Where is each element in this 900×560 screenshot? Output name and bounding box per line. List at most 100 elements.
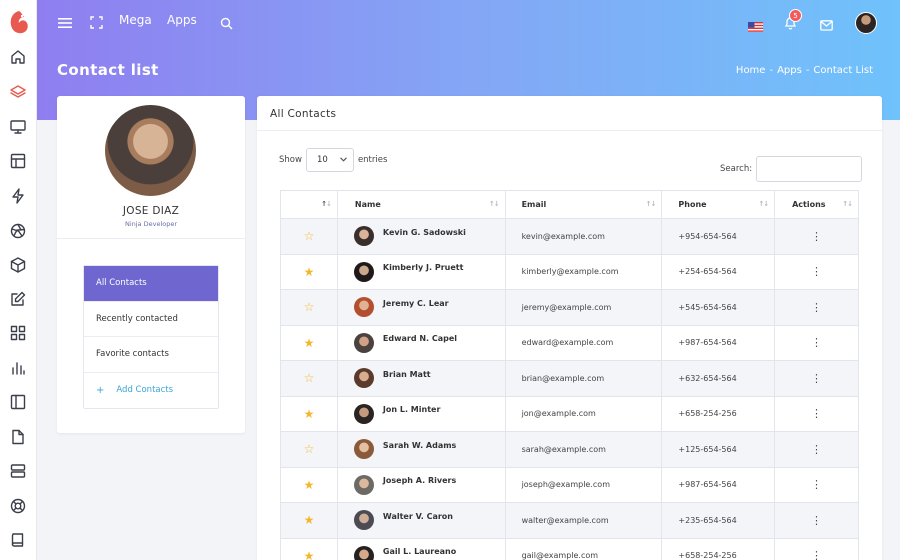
chevron-down-icon	[340, 155, 347, 165]
actions-column-header[interactable]: Actions ↑↓	[774, 190, 859, 219]
bar-chart-icon[interactable]	[9, 359, 27, 377]
row-actions-menu-icon[interactable]: ⋮	[774, 466, 859, 503]
contact-phone: +125-654-564	[661, 431, 776, 468]
fullscreen-icon[interactable]	[90, 14, 103, 33]
contact-name-cell: Walter V. Caron	[336, 502, 506, 539]
file-icon[interactable]	[9, 428, 27, 446]
row-actions-menu-icon[interactable]: ⋮	[774, 431, 859, 468]
entries-select[interactable]: 10	[305, 148, 354, 172]
row-actions-menu-icon[interactable]: ⋮	[774, 289, 859, 326]
row-actions-menu-icon[interactable]: ⋮	[774, 360, 859, 397]
name-column-header[interactable]: Name ↑↓	[336, 190, 506, 219]
row-actions-menu-icon[interactable]: ⋮	[774, 324, 859, 361]
edit-icon[interactable]	[9, 290, 27, 308]
sort-icon: ↑↓	[758, 200, 769, 208]
us-flag-icon[interactable]	[748, 17, 763, 36]
sidebar-icon[interactable]	[9, 393, 27, 411]
monitor-icon[interactable]	[9, 118, 27, 136]
contact-email[interactable]: kimberly@example.com	[504, 253, 663, 290]
table-row[interactable]: ★ Walter V. Caron walter@example.com +235-6…	[280, 502, 859, 539]
contact-name[interactable]: Jeremy C. Lear	[383, 299, 449, 308]
phone-column-header[interactable]: Phone ↑↓	[661, 190, 776, 219]
book-icon[interactable]	[9, 531, 27, 549]
contact-email[interactable]: kevin@example.com	[504, 218, 663, 255]
table-row[interactable]: ★ Kimberly J. Pruett kimberly@example.com +…	[280, 253, 859, 290]
favorite-star-icon[interactable]: ☆	[280, 289, 338, 326]
table-row[interactable]: ☆ Sarah W. Adams sarah@example.com +125-654…	[280, 431, 859, 468]
row-actions-menu-icon[interactable]: ⋮	[774, 395, 859, 432]
favorite-star-icon[interactable]: ☆	[280, 218, 338, 255]
profile-card: JOSE DIAZ Ninja Developer All Contacts R…	[57, 96, 245, 433]
contact-email[interactable]: edward@example.com	[504, 324, 663, 361]
table-row[interactable]: ★ Jon L. Minter jon@example.com +658-254-25…	[280, 395, 859, 432]
table-row[interactable]: ★ Gail L. Laureano gail@example.com +658-25…	[280, 537, 859, 560]
favorite-star-icon[interactable]: ★	[280, 466, 338, 503]
contact-name[interactable]: Joseph A. Rivers	[383, 476, 456, 485]
user-avatar[interactable]	[855, 12, 877, 34]
contact-name[interactable]: Gail L. Laureano	[383, 547, 456, 556]
box-icon[interactable]	[9, 256, 27, 274]
favorite-star-icon[interactable]: ★	[280, 395, 338, 432]
table-row[interactable]: ☆ Brian Matt brian@example.com +632-654-564…	[280, 360, 859, 397]
apps-menu-link[interactable]: Apps	[167, 13, 197, 27]
zap-icon[interactable]	[9, 187, 27, 205]
menu-favorite-contacts[interactable]: Favorite contacts	[84, 337, 218, 373]
server-icon[interactable]	[9, 462, 27, 480]
hamburger-menu-icon[interactable]	[58, 14, 72, 33]
contact-email[interactable]: joseph@example.com	[504, 466, 663, 503]
contact-name-cell: Brian Matt	[336, 360, 506, 397]
favorite-column-header[interactable]: ↑↓	[280, 190, 338, 219]
contact-email[interactable]: sarah@example.com	[504, 431, 663, 468]
row-actions-menu-icon[interactable]: ⋮	[774, 502, 859, 539]
table-row[interactable]: ☆ Kevin G. Sadowski kevin@example.com +954-…	[280, 218, 859, 255]
profile-role: Ninja Developer	[124, 220, 178, 228]
contact-name[interactable]: Kevin G. Sadowski	[383, 228, 466, 237]
breadcrumb-apps[interactable]: Apps	[777, 65, 802, 76]
contact-avatar	[353, 474, 374, 495]
contact-avatar	[353, 403, 374, 424]
page-title: Contact list	[57, 61, 159, 79]
favorite-star-icon[interactable]: ★	[280, 502, 338, 539]
contact-email[interactable]: jon@example.com	[504, 395, 663, 432]
contact-email[interactable]: gail@example.com	[504, 537, 663, 560]
favorite-star-icon[interactable]: ☆	[280, 431, 338, 468]
contact-name[interactable]: Brian Matt	[383, 370, 431, 379]
favorite-star-icon[interactable]: ★	[280, 253, 338, 290]
app-logo-icon[interactable]	[8, 9, 30, 35]
aperture-icon[interactable]	[9, 222, 27, 240]
table-row[interactable]: ★ Joseph A. Rivers joseph@example.com +987-…	[280, 466, 859, 503]
favorite-star-icon[interactable]: ★	[280, 537, 338, 560]
home-icon[interactable]	[9, 48, 27, 66]
contact-email[interactable]: walter@example.com	[504, 502, 663, 539]
contact-email[interactable]: brian@example.com	[504, 360, 663, 397]
search-icon[interactable]	[220, 15, 233, 34]
breadcrumb-home[interactable]: Home	[736, 65, 766, 76]
menu-all-contacts[interactable]: All Contacts	[84, 266, 218, 302]
contact-name[interactable]: Kimberly J. Pruett	[383, 263, 464, 272]
mega-menu-link[interactable]: Mega	[119, 13, 152, 27]
contact-name[interactable]: Walter V. Caron	[383, 512, 453, 521]
contact-name[interactable]: Sarah W. Adams	[383, 441, 456, 450]
contact-name[interactable]: Jon L. Minter	[383, 405, 440, 414]
row-actions-menu-icon[interactable]: ⋮	[774, 218, 859, 255]
email-column-header[interactable]: Email ↑↓	[504, 190, 663, 219]
favorite-star-icon[interactable]: ☆	[280, 360, 338, 397]
contact-filter-menu: All Contacts Recently contacted Favorite…	[83, 265, 219, 409]
table-row[interactable]: ☆ Jeremy C. Lear jeremy@example.com +545-65…	[280, 289, 859, 326]
menu-recently-contacted[interactable]: Recently contacted	[84, 302, 218, 337]
mail-icon[interactable]	[820, 16, 833, 35]
life-buoy-icon[interactable]	[9, 497, 27, 515]
contact-email[interactable]: jeremy@example.com	[504, 289, 663, 326]
show-label: Show	[279, 155, 302, 165]
top-navbar: Mega Apps	[37, 0, 900, 44]
row-actions-menu-icon[interactable]: ⋮	[774, 537, 859, 560]
contact-name[interactable]: Edward N. Capel	[383, 334, 457, 343]
add-contacts-button[interactable]: + Add Contacts	[84, 373, 218, 409]
layout-icon[interactable]	[9, 152, 27, 170]
table-row[interactable]: ★ Edward N. Capel edward@example.com +987-6…	[280, 324, 859, 361]
search-input[interactable]	[756, 156, 863, 182]
layers-icon[interactable]	[9, 83, 27, 101]
grid-icon[interactable]	[9, 324, 27, 342]
favorite-star-icon[interactable]: ★	[280, 324, 338, 361]
row-actions-menu-icon[interactable]: ⋮	[774, 253, 859, 290]
